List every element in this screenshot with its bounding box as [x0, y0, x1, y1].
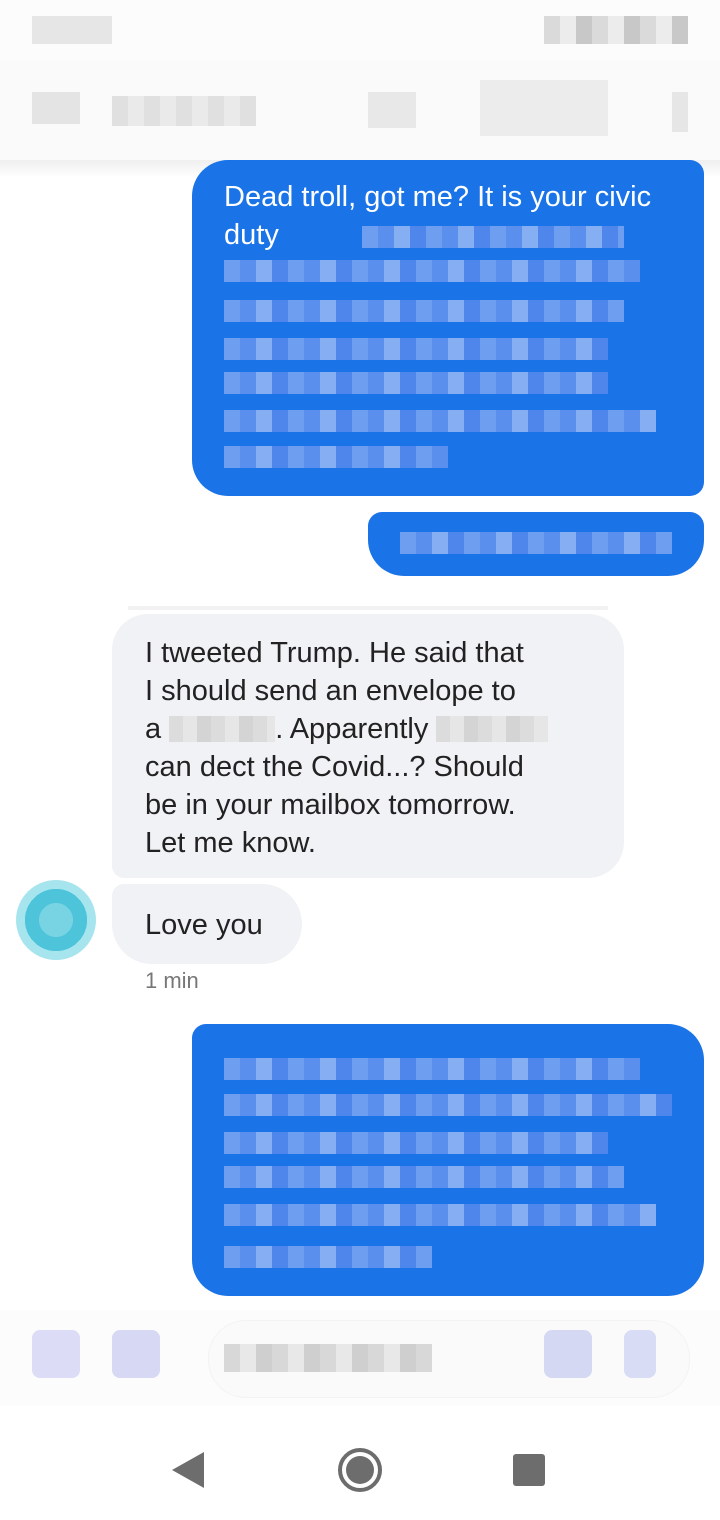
message-line: Let me know. [145, 827, 316, 859]
outgoing-message-bubble[interactable] [192, 1024, 704, 1296]
redacted-text [224, 1246, 432, 1268]
message-line: I tweeted Trump. He said that [145, 637, 524, 669]
redacted-text [224, 446, 448, 468]
contact-name[interactable] [112, 96, 256, 126]
message-timestamp: 1 min [145, 968, 199, 993]
redacted-text [362, 226, 624, 248]
incoming-message-text: I tweeted Trump. He said that I should s… [145, 634, 605, 862]
redacted-word [169, 716, 276, 742]
menu-icon[interactable] [32, 1330, 80, 1378]
redacted-text [224, 1094, 672, 1116]
outgoing-message-bubble[interactable]: Dead troll, got me? It is your civic dut… [192, 160, 704, 496]
home-dot-icon [346, 1456, 374, 1484]
redacted-text [224, 300, 624, 322]
input-placeholder [224, 1344, 432, 1372]
contact-avatar[interactable] [16, 880, 96, 960]
message-line: I should send an envelope to [145, 675, 516, 707]
redacted-word [436, 716, 549, 742]
back-triangle-icon[interactable] [172, 1452, 204, 1488]
divider [128, 606, 608, 610]
redacted-text [224, 338, 608, 360]
call-icon[interactable] [368, 92, 416, 128]
outgoing-message-bubble[interactable] [368, 512, 704, 576]
incoming-message-text: Love you [145, 909, 263, 941]
more-options-icon[interactable] [672, 92, 688, 132]
redacted-text [224, 1204, 656, 1226]
message-fragment: a [145, 713, 162, 745]
status-bar [0, 0, 720, 60]
message-fragment: . Apparently [275, 713, 429, 745]
redacted-text [224, 1132, 608, 1154]
message-line: a . Apparently [145, 710, 605, 748]
back-arrow-icon[interactable] [32, 92, 80, 124]
redacted-text [224, 410, 656, 432]
emoji-icon[interactable] [544, 1330, 592, 1378]
redacted-text [224, 372, 608, 394]
message-line: can dect the Covid...? Should [145, 751, 524, 783]
conversation-header [0, 60, 720, 160]
incoming-message-bubble[interactable]: Love you [112, 884, 302, 964]
redacted-text [400, 532, 672, 554]
incoming-message-bubble[interactable]: I tweeted Trump. He said that I should s… [112, 614, 624, 878]
camera-icon[interactable] [112, 1330, 160, 1378]
video-call-icon[interactable] [480, 80, 608, 136]
like-icon[interactable] [624, 1330, 656, 1378]
redacted-text [224, 1166, 624, 1188]
recents-square-icon[interactable] [513, 1454, 545, 1486]
redacted-text [224, 1058, 640, 1080]
message-line: be in your mailbox tomorrow. [145, 789, 516, 821]
redacted-text [224, 260, 640, 282]
